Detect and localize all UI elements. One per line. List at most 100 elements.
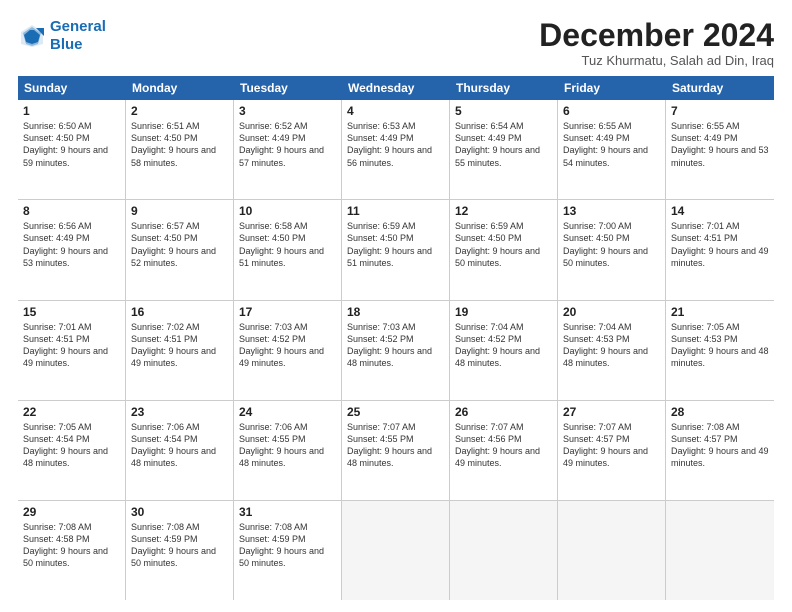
- day-cell-4-4: [450, 501, 558, 600]
- day-cell-3-5: 27 Sunrise: 7:07 AMSunset: 4:57 PMDayligh…: [558, 401, 666, 500]
- day-cell-0-5: 6 Sunrise: 6:55 AMSunset: 4:49 PMDaylight…: [558, 100, 666, 199]
- cell-info: Sunrise: 7:07 AMSunset: 4:57 PMDaylight:…: [563, 422, 648, 468]
- cell-info: Sunrise: 6:59 AMSunset: 4:50 PMDaylight:…: [347, 221, 432, 267]
- week-row-4: 22Sunrise: 7:05 AMSunset: 4:54 PMDayligh…: [18, 401, 774, 501]
- day-cell-3-6: 28Sunrise: 7:08 AMSunset: 4:57 PMDayligh…: [666, 401, 774, 500]
- day-number: 6: [563, 104, 660, 118]
- day-number: 13: [563, 204, 660, 218]
- weekday-saturday: Saturday: [666, 76, 774, 100]
- logo: General Blue: [18, 18, 106, 54]
- day-cell-1-3: 11 Sunrise: 6:59 AMSunset: 4:50 PMDayligh…: [342, 200, 450, 299]
- cell-info: Sunrise: 7:08 AMSunset: 4:58 PMDaylight:…: [23, 522, 108, 568]
- weekday-monday: Monday: [126, 76, 234, 100]
- cell-info: Sunrise: 6:53 AMSunset: 4:49 PMDaylight:…: [347, 121, 432, 167]
- day-cell-2-6: 21 Sunrise: 7:05 AMSunset: 4:53 PMDayligh…: [666, 301, 774, 400]
- day-cell-1-6: 14 Sunrise: 7:01 AMSunset: 4:51 PMDayligh…: [666, 200, 774, 299]
- cell-info: Sunrise: 7:08 AMSunset: 4:59 PMDaylight:…: [239, 522, 324, 568]
- day-number: 10: [239, 204, 336, 218]
- cell-info: Sunrise: 7:05 AMSunset: 4:53 PMDaylight:…: [671, 322, 769, 368]
- day-number: 3: [239, 104, 336, 118]
- day-cell-3-1: 23Sunrise: 7:06 AMSunset: 4:54 PMDayligh…: [126, 401, 234, 500]
- day-cell-1-5: 13 Sunrise: 7:00 AMSunset: 4:50 PMDayligh…: [558, 200, 666, 299]
- day-number: 25: [347, 405, 444, 419]
- day-number: 24: [239, 405, 336, 419]
- logo-icon: [18, 22, 46, 50]
- cell-info: Sunrise: 7:06 AMSunset: 4:55 PMDaylight:…: [239, 422, 324, 468]
- day-cell-4-0: 29Sunrise: 7:08 AMSunset: 4:58 PMDayligh…: [18, 501, 126, 600]
- cell-info: Sunrise: 7:03 AMSunset: 4:52 PMDaylight:…: [347, 322, 432, 368]
- month-title: December 2024: [539, 18, 774, 53]
- day-cell-2-0: 15 Sunrise: 7:01 AMSunset: 4:51 PMDayligh…: [18, 301, 126, 400]
- cell-info: Sunrise: 7:03 AMSunset: 4:52 PMDaylight:…: [239, 322, 324, 368]
- day-cell-3-4: 26Sunrise: 7:07 AMSunset: 4:56 PMDayligh…: [450, 401, 558, 500]
- day-cell-4-6: [666, 501, 774, 600]
- cell-info: Sunrise: 7:00 AMSunset: 4:50 PMDaylight:…: [563, 221, 648, 267]
- day-cell-2-5: 20Sunrise: 7:04 AMSunset: 4:53 PMDayligh…: [558, 301, 666, 400]
- day-cell-4-2: 31 Sunrise: 7:08 AMSunset: 4:59 PMDayligh…: [234, 501, 342, 600]
- cell-info: Sunrise: 6:50 AMSunset: 4:50 PMDaylight:…: [23, 121, 108, 167]
- day-number: 14: [671, 204, 769, 218]
- calendar-body: 1Sunrise: 6:50 AMSunset: 4:50 PMDaylight…: [18, 100, 774, 600]
- day-number: 7: [671, 104, 769, 118]
- logo-line1: General: [50, 18, 106, 35]
- day-number: 15: [23, 305, 120, 319]
- cell-info: Sunrise: 7:08 AMSunset: 4:59 PMDaylight:…: [131, 522, 216, 568]
- cell-info: Sunrise: 6:57 AMSunset: 4:50 PMDaylight:…: [131, 221, 216, 267]
- title-block: December 2024 Tuz Khurmatu, Salah ad Din…: [539, 18, 774, 68]
- cell-info: Sunrise: 7:07 AMSunset: 4:56 PMDaylight:…: [455, 422, 540, 468]
- cell-info: Sunrise: 6:59 AMSunset: 4:50 PMDaylight:…: [455, 221, 540, 267]
- day-cell-1-4: 12 Sunrise: 6:59 AMSunset: 4:50 PMDayligh…: [450, 200, 558, 299]
- day-number: 30: [131, 505, 228, 519]
- day-number: 20: [563, 305, 660, 319]
- day-number: 17: [239, 305, 336, 319]
- day-cell-0-0: 1Sunrise: 6:50 AMSunset: 4:50 PMDaylight…: [18, 100, 126, 199]
- weekday-friday: Friday: [558, 76, 666, 100]
- page: General Blue December 2024 Tuz Khurmatu,…: [0, 0, 792, 612]
- location: Tuz Khurmatu, Salah ad Din, Iraq: [539, 53, 774, 68]
- day-cell-4-1: 30 Sunrise: 7:08 AMSunset: 4:59 PMDayligh…: [126, 501, 234, 600]
- day-cell-2-4: 19Sunrise: 7:04 AMSunset: 4:52 PMDayligh…: [450, 301, 558, 400]
- week-row-5: 29Sunrise: 7:08 AMSunset: 4:58 PMDayligh…: [18, 501, 774, 600]
- day-number: 16: [131, 305, 228, 319]
- cell-info: Sunrise: 7:01 AMSunset: 4:51 PMDaylight:…: [671, 221, 769, 267]
- day-number: 27: [563, 405, 660, 419]
- day-cell-3-2: 24 Sunrise: 7:06 AMSunset: 4:55 PMDayligh…: [234, 401, 342, 500]
- day-number: 4: [347, 104, 444, 118]
- day-number: 8: [23, 204, 120, 218]
- calendar-header: Sunday Monday Tuesday Wednesday Thursday…: [18, 76, 774, 100]
- day-cell-0-2: 3 Sunrise: 6:52 AMSunset: 4:49 PMDaylight…: [234, 100, 342, 199]
- day-cell-3-3: 25 Sunrise: 7:07 AMSunset: 4:55 PMDayligh…: [342, 401, 450, 500]
- header: General Blue December 2024 Tuz Khurmatu,…: [18, 18, 774, 68]
- day-number: 12: [455, 204, 552, 218]
- day-number: 21: [671, 305, 769, 319]
- cell-info: Sunrise: 6:58 AMSunset: 4:50 PMDaylight:…: [239, 221, 324, 267]
- calendar: Sunday Monday Tuesday Wednesday Thursday…: [18, 76, 774, 600]
- day-cell-1-2: 10 Sunrise: 6:58 AMSunset: 4:50 PMDayligh…: [234, 200, 342, 299]
- cell-info: Sunrise: 7:07 AMSunset: 4:55 PMDaylight:…: [347, 422, 432, 468]
- logo-text: General Blue: [50, 18, 106, 54]
- day-number: 31: [239, 505, 336, 519]
- week-row-1: 1Sunrise: 6:50 AMSunset: 4:50 PMDaylight…: [18, 100, 774, 200]
- day-number: 2: [131, 104, 228, 118]
- day-cell-2-2: 17 Sunrise: 7:03 AMSunset: 4:52 PMDayligh…: [234, 301, 342, 400]
- day-cell-0-6: 7Sunrise: 6:55 AMSunset: 4:49 PMDaylight…: [666, 100, 774, 199]
- weekday-wednesday: Wednesday: [342, 76, 450, 100]
- day-cell-3-0: 22Sunrise: 7:05 AMSunset: 4:54 PMDayligh…: [18, 401, 126, 500]
- day-number: 9: [131, 204, 228, 218]
- weekday-sunday: Sunday: [18, 76, 126, 100]
- weekday-tuesday: Tuesday: [234, 76, 342, 100]
- day-cell-4-5: [558, 501, 666, 600]
- cell-info: Sunrise: 7:01 AMSunset: 4:51 PMDaylight:…: [23, 322, 108, 368]
- cell-info: Sunrise: 7:05 AMSunset: 4:54 PMDaylight:…: [23, 422, 108, 468]
- cell-info: Sunrise: 7:04 AMSunset: 4:52 PMDaylight:…: [455, 322, 540, 368]
- week-row-2: 8 Sunrise: 6:56 AMSunset: 4:49 PMDaylight…: [18, 200, 774, 300]
- week-row-3: 15 Sunrise: 7:01 AMSunset: 4:51 PMDayligh…: [18, 301, 774, 401]
- day-cell-1-0: 8 Sunrise: 6:56 AMSunset: 4:49 PMDaylight…: [18, 200, 126, 299]
- cell-info: Sunrise: 6:52 AMSunset: 4:49 PMDaylight:…: [239, 121, 324, 167]
- cell-info: Sunrise: 6:56 AMSunset: 4:49 PMDaylight:…: [23, 221, 108, 267]
- day-number: 11: [347, 204, 444, 218]
- day-cell-0-4: 5Sunrise: 6:54 AMSunset: 4:49 PMDaylight…: [450, 100, 558, 199]
- cell-info: Sunrise: 6:51 AMSunset: 4:50 PMDaylight:…: [131, 121, 216, 167]
- cell-info: Sunrise: 7:06 AMSunset: 4:54 PMDaylight:…: [131, 422, 216, 468]
- cell-info: Sunrise: 6:55 AMSunset: 4:49 PMDaylight:…: [563, 121, 648, 167]
